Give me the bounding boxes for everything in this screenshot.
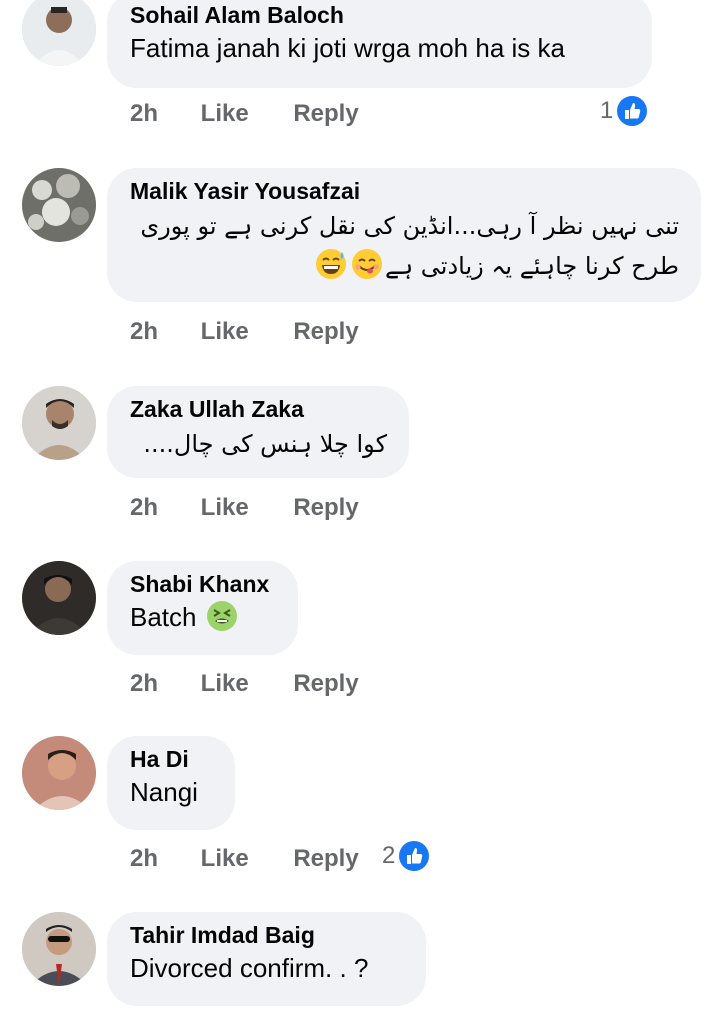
comment-bubble: Ha Di Nangi [107, 736, 235, 830]
reaction-summary[interactable]: 2 [382, 841, 430, 871]
comment-author[interactable]: Malik Yasir Yousafzai [130, 176, 679, 206]
comment-actions: 2h Like Reply [130, 845, 359, 873]
comment-time[interactable]: 2h [130, 318, 194, 346]
reaction-count: 1 [600, 97, 614, 124]
comment-actions: 2h Like Reply [130, 318, 359, 346]
comment-author[interactable]: Ha Di [130, 744, 213, 774]
comment-time[interactable]: 2h [130, 845, 194, 873]
comment-time[interactable]: 2h [130, 670, 194, 698]
reply-button[interactable]: Reply [293, 494, 358, 522]
avatar[interactable] [22, 736, 96, 810]
reply-button[interactable]: Reply [293, 670, 358, 698]
like-button[interactable]: Like [201, 318, 287, 346]
like-thumb-icon [617, 96, 648, 126]
comment-time[interactable]: 2h [130, 100, 194, 128]
comment-text: Batch [130, 599, 276, 635]
reply-button[interactable]: Reply [293, 100, 358, 128]
like-button[interactable]: Like [201, 670, 287, 698]
like-button[interactable]: Like [201, 100, 287, 128]
comment-bubble: Sohail Alam Baloch Fatima janah ki joti … [107, 0, 652, 88]
reply-button[interactable]: Reply [293, 318, 358, 346]
comment-text: تنی نہیں نظر آ رہی...انڈین کی نقل کرنی ہ… [130, 206, 679, 286]
like-button[interactable]: Like [201, 494, 287, 522]
comment-bubble: Malik Yasir Yousafzai تنی نہیں نظر آ رہی… [107, 168, 701, 302]
comment-text: Divorced confirm. . ? [130, 953, 369, 983]
nauseated-face-emoji [206, 601, 237, 631]
comment-text-line: تنی نہیں نظر آ رہی...انڈین کی نقل کرنی ہ… [140, 212, 679, 240]
comment-bubble: Tahir Imdad Baig Divorced confirm. . ? [107, 912, 426, 1006]
sweat-smile-emoji [316, 249, 347, 279]
yum-emoji [352, 249, 383, 279]
avatar[interactable] [22, 168, 96, 242]
reply-button[interactable]: Reply [293, 845, 358, 873]
comment-author[interactable]: Tahir Imdad Baig [130, 920, 404, 950]
like-thumb-icon [399, 841, 430, 871]
comment-text-content: Batch [130, 602, 197, 632]
comment-bubble: Zaka Ullah Zaka کوا چلا ہنس کی چال.... [107, 386, 409, 478]
comment-time[interactable]: 2h [130, 494, 194, 522]
avatar[interactable] [22, 386, 96, 460]
comment-text: کوا چلا ہنس کی چال.... [143, 430, 387, 458]
comment-text-line: طرح کرنا چاہئے یہ زیادتی ہے [385, 252, 679, 280]
comment-text-line-2: طرح کرنا چاہئے یہ زیادتی ہے [130, 246, 679, 286]
avatar[interactable] [22, 561, 96, 635]
comment-author[interactable]: Sohail Alam Baloch [130, 0, 630, 30]
comment-author[interactable]: Shabi Khanx [130, 569, 276, 599]
comment-text: Fatima janah ki joti wrga moh ha is ka [130, 33, 565, 63]
comment-actions: 2h Like Reply [130, 670, 359, 698]
comment-author[interactable]: Zaka Ullah Zaka [130, 394, 387, 424]
reaction-summary[interactable]: 1 [600, 96, 648, 126]
comment-actions: 2h Like Reply [130, 100, 359, 128]
reaction-count: 2 [382, 842, 396, 869]
comment-actions: 2h Like Reply [130, 494, 359, 522]
like-button[interactable]: Like [201, 845, 287, 873]
avatar[interactable] [22, 0, 96, 66]
comment-bubble: Shabi Khanx Batch [107, 561, 298, 655]
avatar[interactable] [22, 912, 96, 986]
comment-text: Nangi [130, 777, 198, 807]
